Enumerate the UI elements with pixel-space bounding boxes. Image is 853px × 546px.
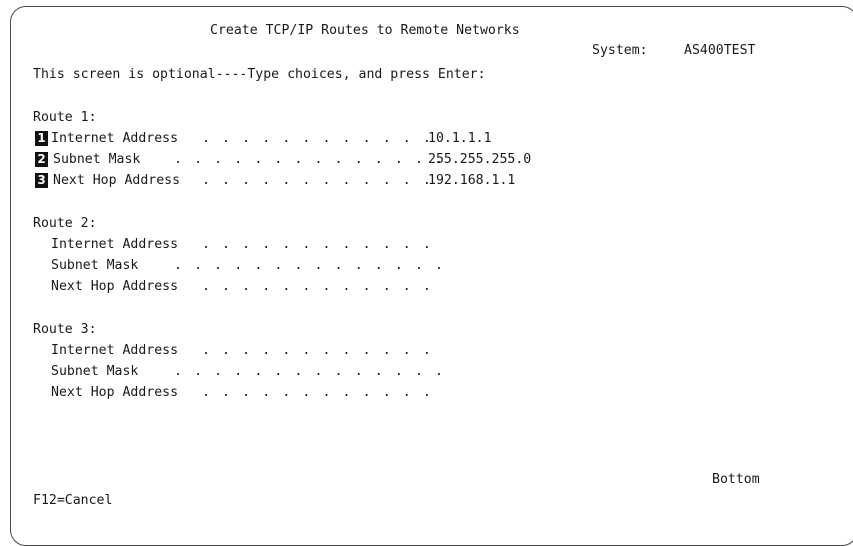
route-1-subnet-mask-leader: . . . . . . . . . . . . . . (174, 152, 446, 167)
route-1-next-hop-leader: . . . . . . . . . . . . (202, 173, 433, 188)
route-2-internet-address-label: Internet Address (51, 237, 179, 252)
route-1-internet-address-leader: . . . . . . . . . . . . (202, 131, 433, 146)
route-3-internet-address-label: Internet Address (51, 343, 179, 358)
f12-cancel-key[interactable]: F12=Cancel (33, 492, 112, 509)
instructions-text: This screen is optional----Type choices,… (33, 67, 486, 82)
system-name: AS400TEST (684, 43, 756, 58)
route-3-subnet-mask-leader: . . . . . . . . . . . . . . (174, 364, 446, 379)
route-1-heading: Route 1: (33, 110, 97, 125)
route-3-heading: Route 3: (33, 322, 97, 337)
route-1-next-hop-label: Next Hop Address (53, 173, 181, 188)
system-label: System: (592, 43, 648, 58)
route-3-subnet-mask-label: Subnet Mask (51, 364, 139, 379)
route-2-next-hop-leader: . . . . . . . . . . . . (202, 279, 433, 294)
route-1-internet-address-value[interactable]: 10.1.1.1 (428, 130, 492, 147)
route-2-internet-address-leader: . . . . . . . . . . . . (202, 237, 433, 252)
route-3-internet-address-leader: . . . . . . . . . . . . (202, 343, 433, 358)
route-3-next-hop-leader: . . . . . . . . . . . . (202, 385, 433, 400)
route-1-next-hop-value[interactable]: 192.168.1.1 (428, 172, 515, 189)
callout-2-badge: 2 (35, 152, 48, 167)
route-3-next-hop-label: Next Hop Address (51, 385, 179, 400)
route-2-subnet-mask-label: Subnet Mask (51, 258, 139, 273)
callout-3-badge: 3 (35, 173, 48, 188)
terminal-screen: Create TCP/IP Routes to Remote Networks … (0, 0, 853, 544)
route-1-subnet-mask-value[interactable]: 255.255.255.0 (428, 151, 531, 168)
scroll-indicator: Bottom (712, 472, 760, 487)
screen-title: Create TCP/IP Routes to Remote Networks (210, 23, 520, 38)
route-1-subnet-mask-label: Subnet Mask (53, 152, 141, 167)
route-2-next-hop-label: Next Hop Address (51, 279, 179, 294)
callout-1-badge: 1 (35, 131, 48, 146)
route-2-subnet-mask-leader: . . . . . . . . . . . . . . (174, 258, 446, 273)
route-1-internet-address-label: Internet Address (51, 131, 179, 146)
route-2-heading: Route 2: (33, 216, 97, 231)
